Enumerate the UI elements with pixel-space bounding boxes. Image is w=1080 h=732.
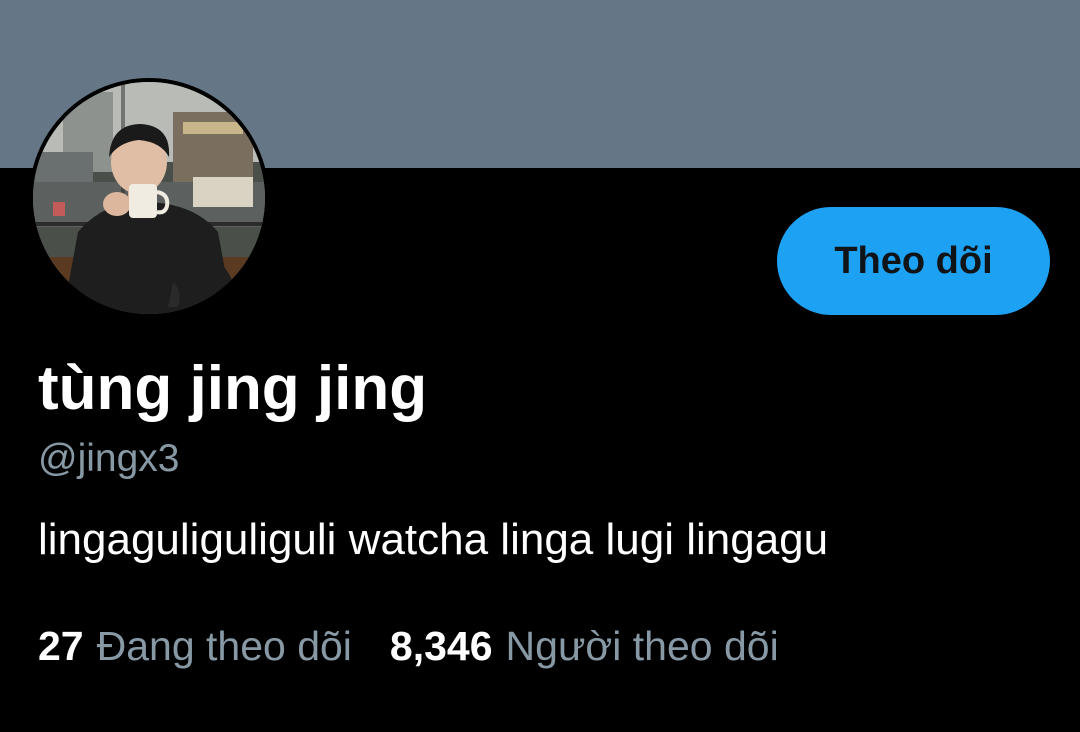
following-link[interactable]: 27 Đang theo dõi [38, 622, 352, 671]
followers-label: Người theo dõi [505, 623, 779, 669]
followers-count: 8,346 [389, 623, 493, 669]
followers-link[interactable]: 8,346 Người theo dõi [390, 622, 779, 671]
profile-stats: 27 Đang theo dõi 8,346 Người theo dõi [38, 622, 817, 671]
following-label: Đang theo dõi [96, 623, 352, 669]
avatar-photo-icon [33, 82, 265, 314]
follow-button[interactable]: Theo dõi [777, 207, 1050, 315]
profile-avatar[interactable] [29, 78, 269, 318]
profile-bio: lingaguliguliguli watcha linga lugi ling… [38, 515, 829, 564]
following-count: 27 [38, 623, 84, 669]
profile-header: Theo dõi tùng jing jing @jingx3 lingagul… [0, 0, 1080, 732]
display-name: tùng jing jing [38, 354, 428, 423]
user-handle: @jingx3 [38, 437, 180, 480]
